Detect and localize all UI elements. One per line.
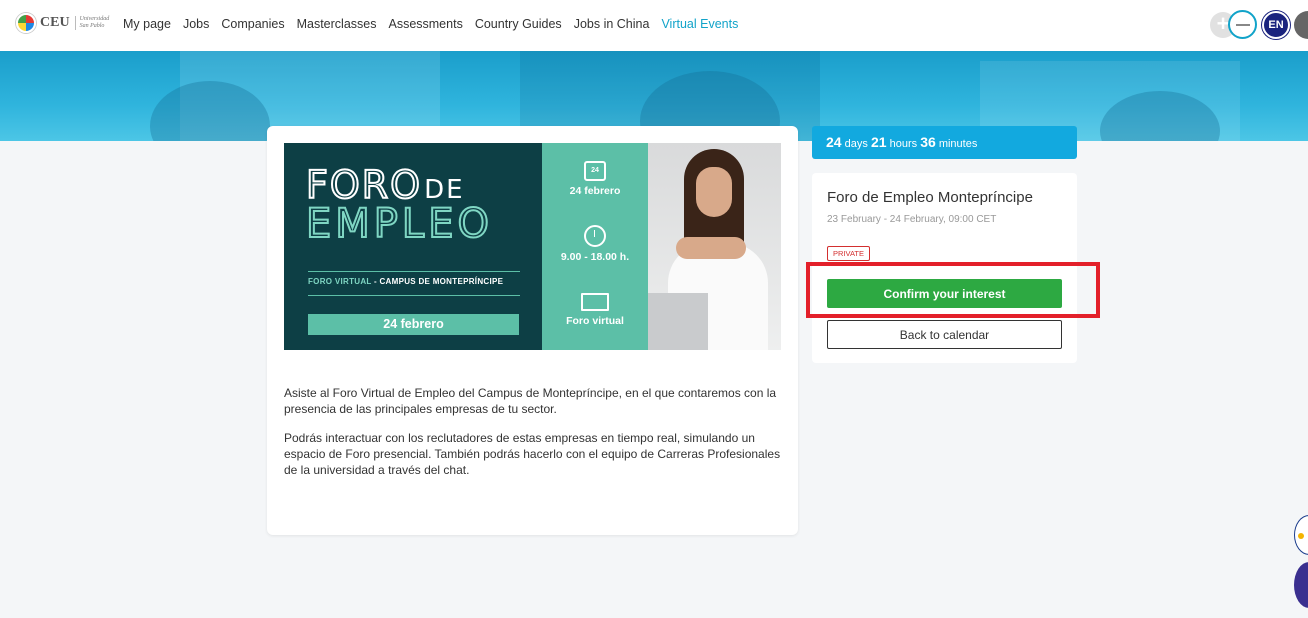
event-poster-image: FORODE EMPLEO FORO VIRTUAL - CAMPUS DE M…	[284, 143, 781, 350]
nav-item-jobs[interactable]: Jobs	[183, 17, 209, 31]
highlight-box	[806, 262, 1100, 318]
poster-mode-label: Foro virtual	[566, 315, 624, 327]
calendar-icon: 24	[584, 161, 606, 181]
clock-icon	[584, 225, 606, 247]
poster-title-empleo: EMPLEO	[305, 200, 493, 248]
ceu-logo[interactable]: CEU Universidad San Pablo	[16, 13, 109, 33]
poster-date-label: 24 febrero	[569, 185, 621, 197]
header-actions: + EN	[1210, 10, 1308, 39]
ceu-logo-icon	[16, 13, 36, 33]
nav-item-companies[interactable]: Companies	[221, 17, 284, 31]
event-countdown: 24 days 21 hours 36 minutes	[812, 126, 1077, 159]
poster-subtitle: FORO VIRTUAL - CAMPUS DE MONTEPRÍNCIPE	[308, 277, 504, 286]
monitor-icon	[581, 293, 609, 311]
language-button[interactable]: EN	[1262, 10, 1290, 39]
countdown-minutes-label: minutes	[938, 138, 978, 150]
private-badge: PRIVATE	[827, 246, 870, 261]
poster-time-label: 9.00 - 18.00 h.	[560, 251, 630, 263]
user-avatar[interactable]	[1294, 10, 1308, 39]
nav-item-jobs-in-china[interactable]: Jobs in China	[574, 17, 650, 31]
floating-help-icon[interactable]	[1294, 515, 1308, 555]
event-description: Asiste al Foro Virtual de Empleo del Cam…	[284, 385, 781, 490]
nav-item-masterclasses[interactable]: Masterclasses	[297, 17, 377, 31]
countdown-hours: 21	[870, 134, 887, 150]
countdown-hours-label: hours	[889, 138, 918, 150]
nav-item-my-page[interactable]: My page	[123, 17, 171, 31]
poster-date-bar: 24 febrero	[308, 314, 519, 335]
event-date: 23 February - 24 February, 09:00 CET	[827, 214, 997, 225]
main-nav: My page Jobs Companies Masterclasses Ass…	[123, 17, 738, 31]
progress-ring-icon[interactable]	[1228, 10, 1257, 39]
nav-item-country-guides[interactable]: Country Guides	[475, 17, 562, 31]
top-navigation-bar: CEU Universidad San Pablo My page Jobs C…	[0, 0, 1308, 51]
countdown-minutes: 36	[920, 134, 936, 150]
nav-item-assessments[interactable]: Assessments	[388, 17, 462, 31]
logo-subtitle: Universidad San Pablo	[74, 16, 109, 30]
event-detail-card: FORODE EMPLEO FORO VIRTUAL - CAMPUS DE M…	[267, 126, 798, 535]
nav-item-virtual-events[interactable]: Virtual Events	[661, 17, 738, 31]
event-title: Foro de Empleo Montepríncipe	[827, 189, 1033, 206]
back-to-calendar-button[interactable]: Back to calendar	[827, 320, 1062, 349]
countdown-days: 24	[826, 134, 842, 150]
description-paragraph-1: Asiste al Foro Virtual de Empleo del Cam…	[284, 386, 777, 417]
countdown-days-label: days	[844, 138, 868, 150]
logo-text: CEU	[40, 15, 70, 30]
poster-photo	[648, 143, 781, 350]
description-paragraph-2: Podrás interactuar con los reclutadores …	[284, 430, 781, 478]
floating-chat-icon[interactable]	[1294, 562, 1308, 608]
